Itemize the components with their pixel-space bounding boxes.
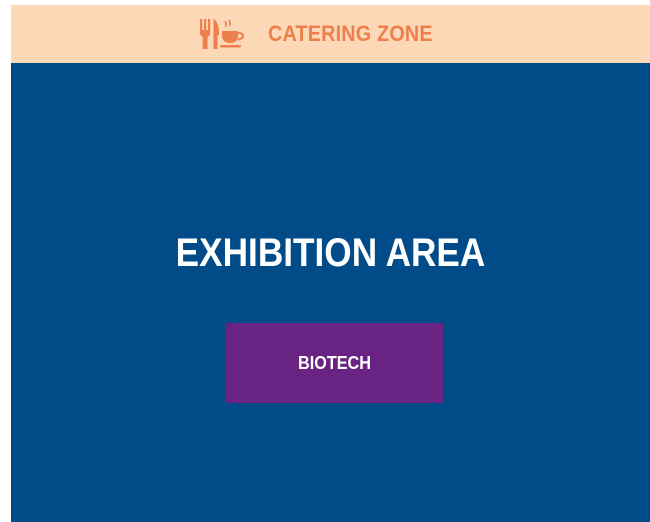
exhibition-area-label: EXHIBITION AREA	[175, 231, 486, 275]
catering-zone-label: CATERING ZONE	[267, 21, 433, 46]
coffee-cup-icon	[219, 19, 244, 48]
floor-map: CATERING ZONE EXHIBITION AREA BIOTECH	[11, 5, 650, 522]
booth-label: BIOTECH	[297, 352, 371, 373]
booth-biotech[interactable]: BIOTECH	[225, 323, 443, 403]
catering-icons	[198, 17, 246, 51]
exhibition-area[interactable]: EXHIBITION AREA BIOTECH	[11, 63, 650, 522]
catering-zone[interactable]: CATERING ZONE	[11, 5, 650, 63]
fork-knife-icon	[199, 19, 244, 49]
